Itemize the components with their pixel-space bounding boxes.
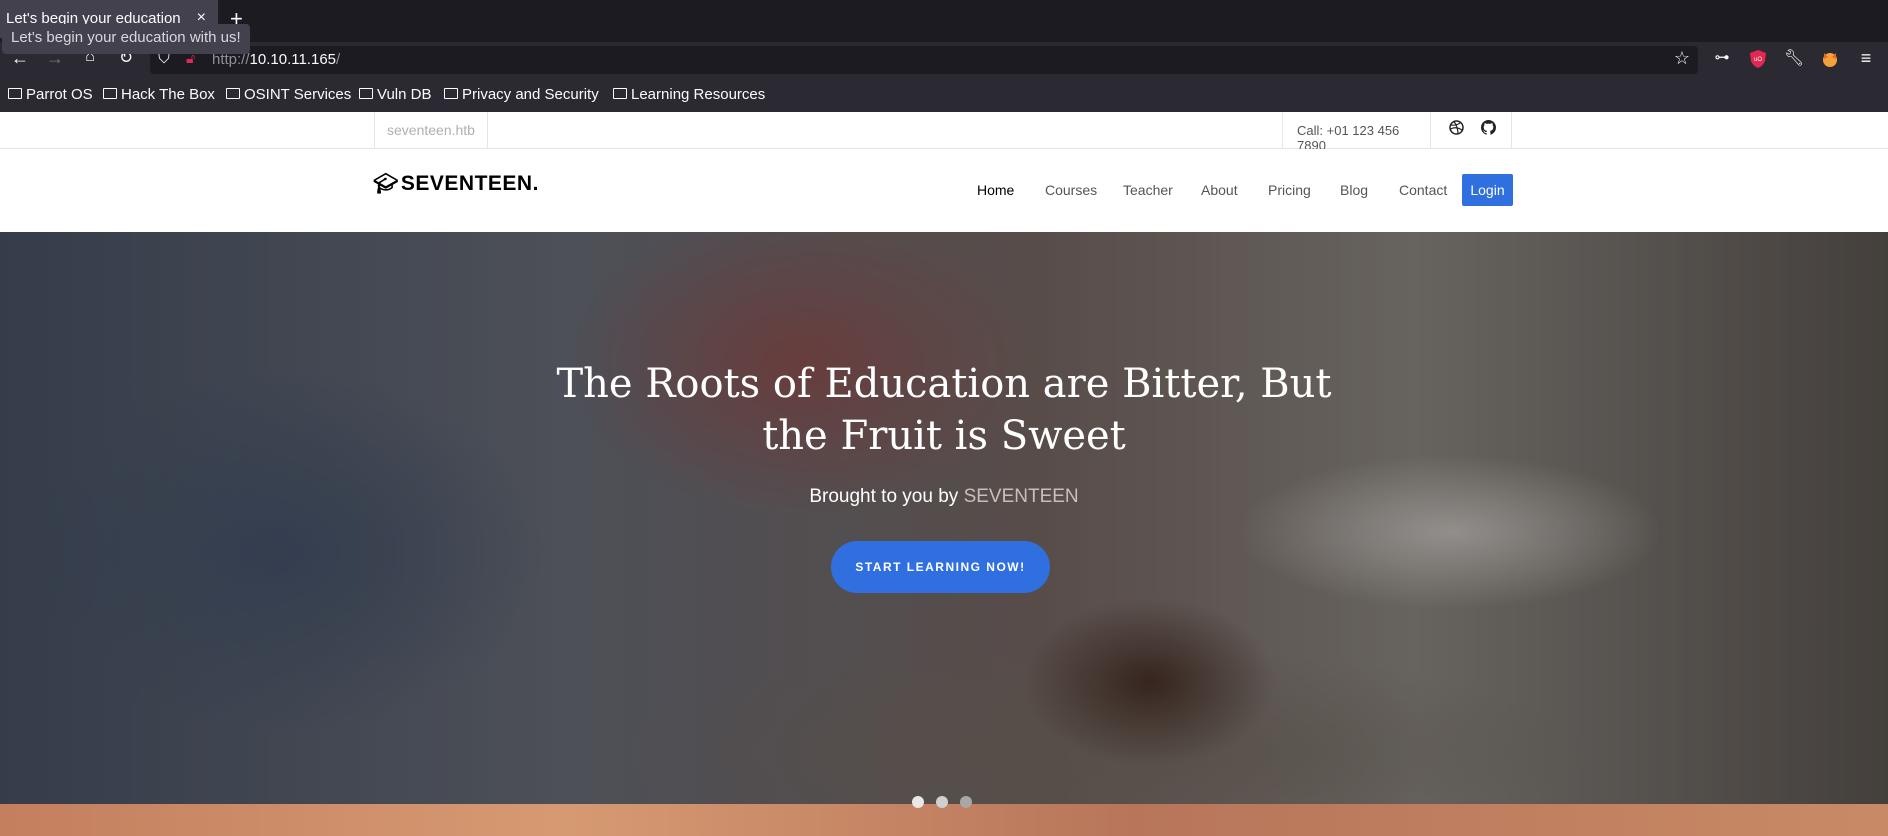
slider-dot-3[interactable]	[960, 796, 972, 808]
tab-strip: Let's begin your education × +	[0, 0, 1888, 42]
private-mask-icon[interactable]: ⊶	[1710, 48, 1734, 66]
start-learning-button[interactable]: START LEARNING NOW!	[831, 541, 1050, 593]
dribbble-icon[interactable]	[1449, 120, 1464, 139]
bookmark-folder-vuln-db[interactable]: Vuln DB	[359, 86, 431, 103]
main-navigation: 🎓︎SEVENTEEN. Home Courses Teacher About …	[0, 149, 1888, 232]
phone-number: Call: +01 123 456 7890	[1282, 112, 1430, 153]
bookmark-folder-privacy-and-security[interactable]: Privacy and Security	[444, 86, 599, 103]
nav-home[interactable]: Home	[977, 182, 1014, 198]
graduation-cap-icon: 🎓︎	[373, 173, 399, 195]
bookmarks-toolbar: Parrot OS Hack The Box OSINT Services Vu…	[0, 78, 1888, 112]
bookmark-folder-osint-services[interactable]: OSINT Services	[226, 86, 351, 103]
foxyproxy-icon[interactable]	[1818, 50, 1842, 73]
tab-tooltip: Let's begin your education with us!	[2, 24, 250, 54]
next-section-preview	[0, 804, 1888, 836]
folder-icon	[226, 88, 240, 99]
hero-title: The Roots of Education are Bitter, But th…	[556, 361, 1332, 459]
social-links	[1430, 112, 1512, 148]
folder-icon	[444, 88, 458, 99]
url-bar[interactable]: ⛉ 🔓︎ http://10.10.11.165/ ☆	[150, 46, 1698, 74]
bookmark-star-icon[interactable]: ☆	[1670, 48, 1694, 69]
bookmark-folder-learning-resources[interactable]: Learning Resources	[613, 86, 765, 103]
site-logo[interactable]: 🎓︎SEVENTEEN.	[373, 171, 539, 196]
slider-dot-2[interactable]	[936, 796, 948, 808]
folder-icon	[613, 88, 627, 99]
folder-icon	[8, 88, 22, 99]
github-icon[interactable]	[1481, 120, 1497, 139]
hamburger-menu-icon[interactable]: ≡	[1854, 48, 1878, 69]
nav-blog[interactable]: Blog	[1340, 182, 1368, 198]
navigation-toolbar: ← → ⌂ ↻ ⛉ 🔓︎ http://10.10.11.165/ ☆ ⊶ uO…	[0, 42, 1888, 78]
nav-teacher[interactable]: Teacher	[1123, 182, 1173, 198]
nav-contact[interactable]: Contact	[1399, 182, 1447, 198]
login-button[interactable]: Login	[1462, 174, 1513, 206]
hero-content: The Roots of Education are Bitter, But th…	[0, 232, 1888, 804]
svg-text:uO: uO	[1754, 57, 1762, 63]
ublock-origin-icon[interactable]: uO	[1746, 50, 1770, 73]
webpage: seventeen.htb Call: +01 123 456 7890 🎓︎S…	[0, 112, 1888, 836]
slider-dot-1[interactable]	[912, 796, 924, 808]
site-topbar: seventeen.htb Call: +01 123 456 7890	[0, 112, 1888, 153]
hero-subtitle: Brought to you by SEVENTEEN	[809, 486, 1079, 507]
nav-about[interactable]: About	[1201, 182, 1238, 198]
bookmark-folder-hack-the-box[interactable]: Hack The Box	[103, 86, 215, 103]
hero-slider: The Roots of Education are Bitter, But th…	[0, 232, 1888, 804]
folder-icon	[359, 88, 373, 99]
wrench-icon[interactable]: 🔧︎	[1782, 48, 1806, 68]
folder-icon	[103, 88, 117, 99]
nav-pricing[interactable]: Pricing	[1268, 182, 1311, 198]
nav-courses[interactable]: Courses	[1045, 182, 1097, 198]
bookmark-folder-parrot-os[interactable]: Parrot OS	[8, 86, 93, 103]
site-domain: seventeen.htb	[374, 112, 488, 148]
